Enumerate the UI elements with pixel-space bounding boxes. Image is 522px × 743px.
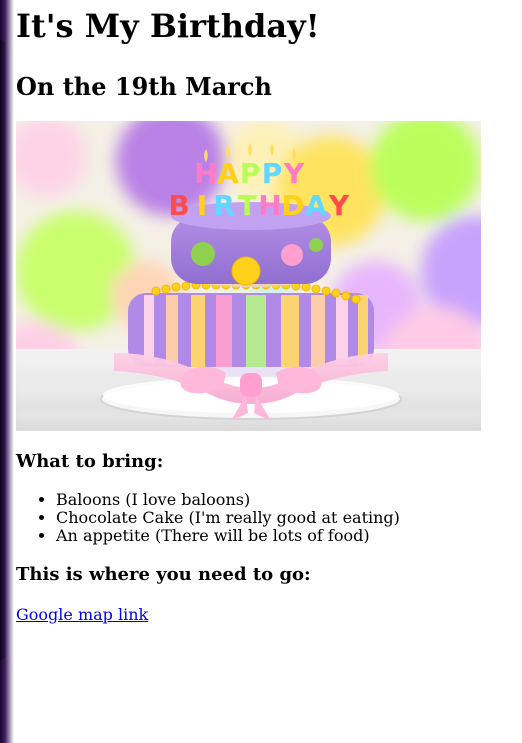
- date-heading: On the 19th March: [16, 72, 272, 101]
- bring-list-item: Chocolate Cake (I'm really good at eatin…: [56, 509, 506, 527]
- what-to-bring-heading: What to bring:: [16, 451, 164, 472]
- bring-list-item: Baloons (I love baloons): [56, 491, 506, 509]
- svg-text:I: I: [197, 189, 207, 222]
- birthday-cake-image: H A P P Y B I R T H D A Y: [16, 121, 481, 431]
- google-map-link[interactable]: Google map link: [16, 606, 148, 624]
- svg-text:D: D: [281, 189, 304, 222]
- location-heading: This is where you need to go:: [16, 564, 311, 585]
- svg-text:H: H: [258, 189, 281, 222]
- svg-text:Y: Y: [283, 157, 305, 190]
- browser-left-edge: [0, 0, 14, 743]
- svg-text:B: B: [168, 189, 189, 222]
- bring-list: Baloons (I love baloons) Chocolate Cake …: [16, 491, 506, 545]
- svg-text:Y: Y: [328, 189, 350, 222]
- browser-edge-shadow: [0, 40, 6, 660]
- svg-text:A: A: [217, 157, 239, 190]
- svg-text:P: P: [262, 157, 283, 190]
- svg-text:R: R: [213, 189, 235, 222]
- svg-text:P: P: [240, 157, 261, 190]
- page-title: It's My Birthday!: [16, 7, 320, 45]
- page-content: It's My Birthday! On the 19th March H A …: [16, 0, 506, 624]
- bring-list-item: An appetite (There will be lots of food): [56, 527, 506, 545]
- svg-text:T: T: [237, 189, 256, 222]
- svg-text:A: A: [305, 189, 327, 222]
